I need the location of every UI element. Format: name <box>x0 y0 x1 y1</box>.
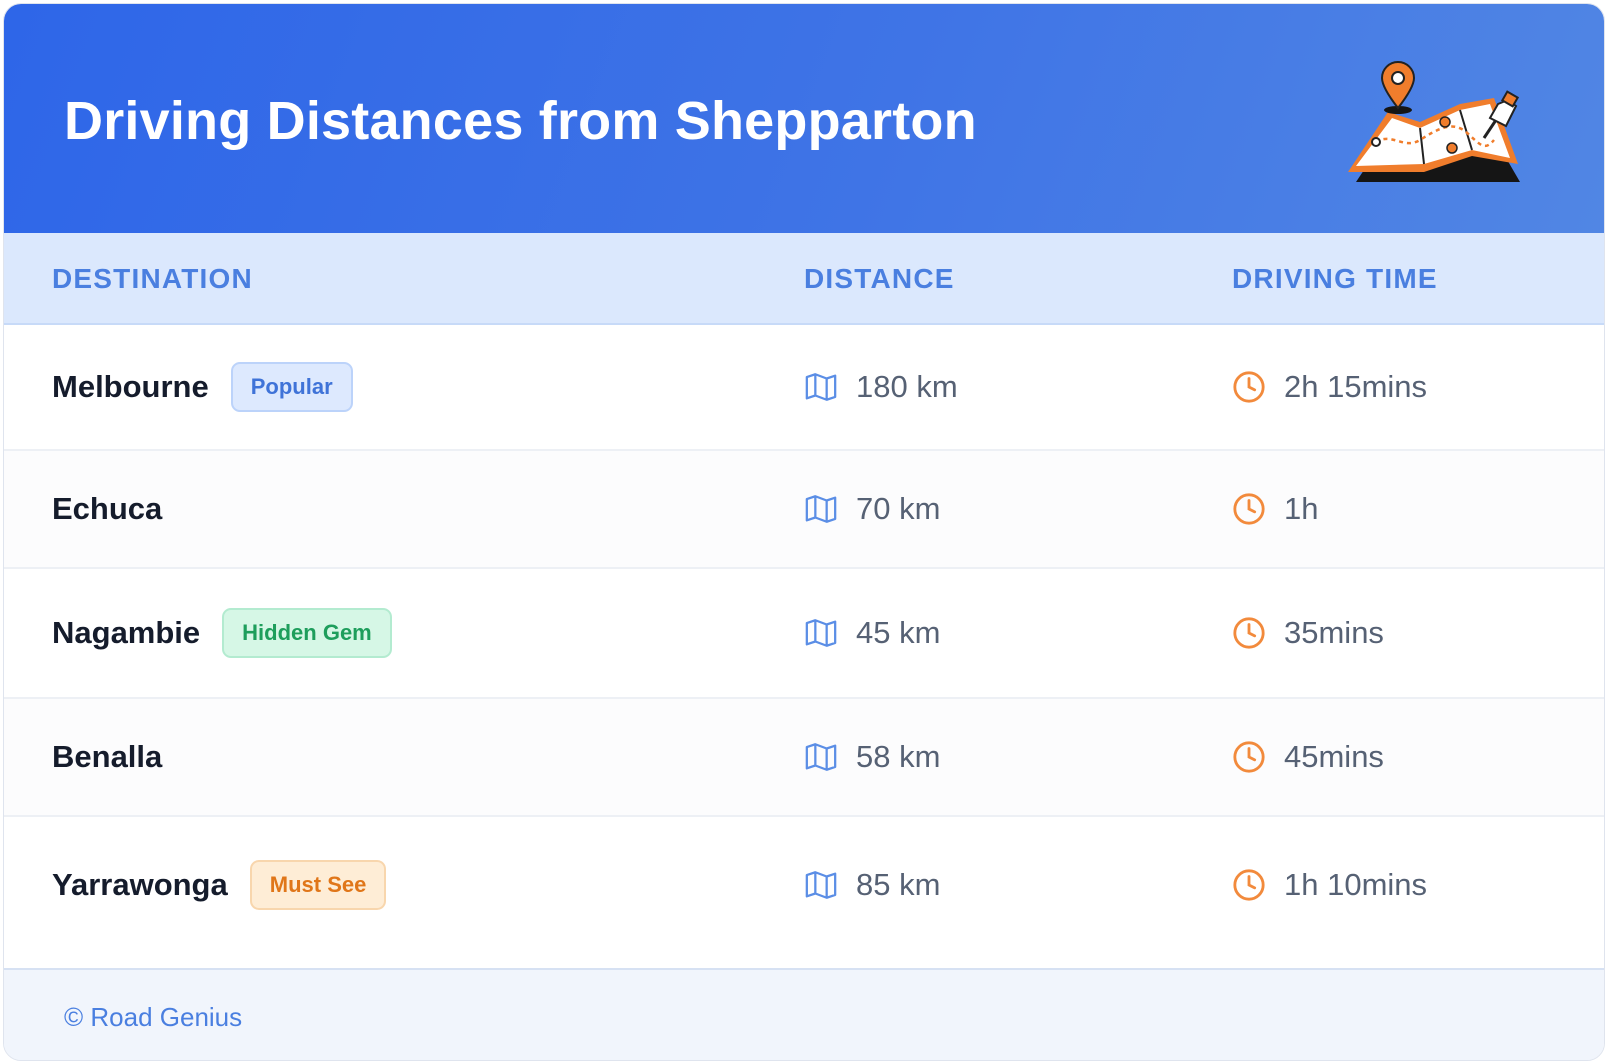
destination-name: Melbourne <box>52 369 209 404</box>
map-icon <box>805 619 837 647</box>
table-row: Echuca 70 km 1h <box>4 451 1604 569</box>
map-icon <box>805 373 837 401</box>
table-row: Benalla 58 km 45mins <box>4 699 1604 817</box>
map-with-pins-icon <box>1348 61 1520 182</box>
distance-card: Driving Distances from Shepparton DESTIN… <box>3 3 1605 1061</box>
time-cell: 45mins <box>1232 699 1384 815</box>
distance-value: 180 km <box>856 369 958 404</box>
distance-value: 58 km <box>856 739 941 774</box>
destination-name: Echuca <box>52 491 163 526</box>
time-value: 35mins <box>1284 615 1384 650</box>
destination-cell: Melbourne Popular <box>52 325 353 449</box>
copyright-text: © Road Genius <box>64 1002 243 1032</box>
table-header: DESTINATION DISTANCE DRIVING TIME <box>4 233 1604 325</box>
clock-icon <box>1233 869 1265 901</box>
distance-cell: 45 km <box>804 569 940 697</box>
destination-name: Benalla <box>52 739 163 774</box>
distance-value: 70 km <box>856 491 941 526</box>
hidden-gem-badge: Hidden Gem <box>222 608 392 658</box>
table-row: Nagambie Hidden Gem 45 km 35mins <box>4 569 1604 699</box>
column-header-destination: DESTINATION <box>52 263 253 294</box>
distance-cell: 70 km <box>804 451 940 567</box>
distance-value: 85 km <box>856 867 941 902</box>
time-value: 45mins <box>1284 739 1384 774</box>
table-row: Yarrawonga Must See 85 km 1h 10mins <box>4 817 1604 968</box>
destination-cell: Nagambie Hidden Gem <box>52 569 392 697</box>
time-value: 2h 15mins <box>1284 369 1428 404</box>
time-value: 1h 10mins <box>1284 867 1428 902</box>
card-header: Driving Distances from Shepparton <box>4 4 1604 233</box>
card-footer: © Road Genius <box>4 968 1604 1060</box>
destination-cell: Benalla <box>52 699 162 815</box>
map-icon <box>805 871 837 899</box>
map-icon <box>805 743 837 771</box>
page-title: Driving Distances from Shepparton <box>64 91 977 151</box>
table-row: Melbourne Popular 180 km 2h 15mins <box>4 325 1604 451</box>
time-cell: 1h 10mins <box>1232 817 1427 953</box>
time-cell: 1h <box>1232 451 1318 567</box>
popular-badge: Popular <box>230 362 353 412</box>
clock-icon <box>1233 741 1265 773</box>
distance-value: 45 km <box>856 615 941 650</box>
clock-icon <box>1233 493 1265 525</box>
destination-cell: Yarrawonga Must See <box>52 817 387 953</box>
column-header-distance: DISTANCE <box>804 263 955 294</box>
time-cell: 2h 15mins <box>1232 325 1427 449</box>
destination-name: Nagambie <box>52 615 201 650</box>
must-see-badge: Must See <box>249 860 387 910</box>
column-header-time: DRIVING TIME <box>1232 263 1438 294</box>
clock-icon <box>1233 617 1265 649</box>
clock-icon <box>1233 371 1265 403</box>
map-icon <box>805 495 837 523</box>
distance-cell: 58 km <box>804 699 940 815</box>
distance-cell: 85 km <box>804 817 940 953</box>
time-cell: 35mins <box>1232 569 1384 697</box>
destination-name: Yarrawonga <box>52 867 228 902</box>
distance-cell: 180 km <box>804 325 958 449</box>
time-value: 1h <box>1284 491 1319 526</box>
destination-cell: Echuca <box>52 451 162 567</box>
